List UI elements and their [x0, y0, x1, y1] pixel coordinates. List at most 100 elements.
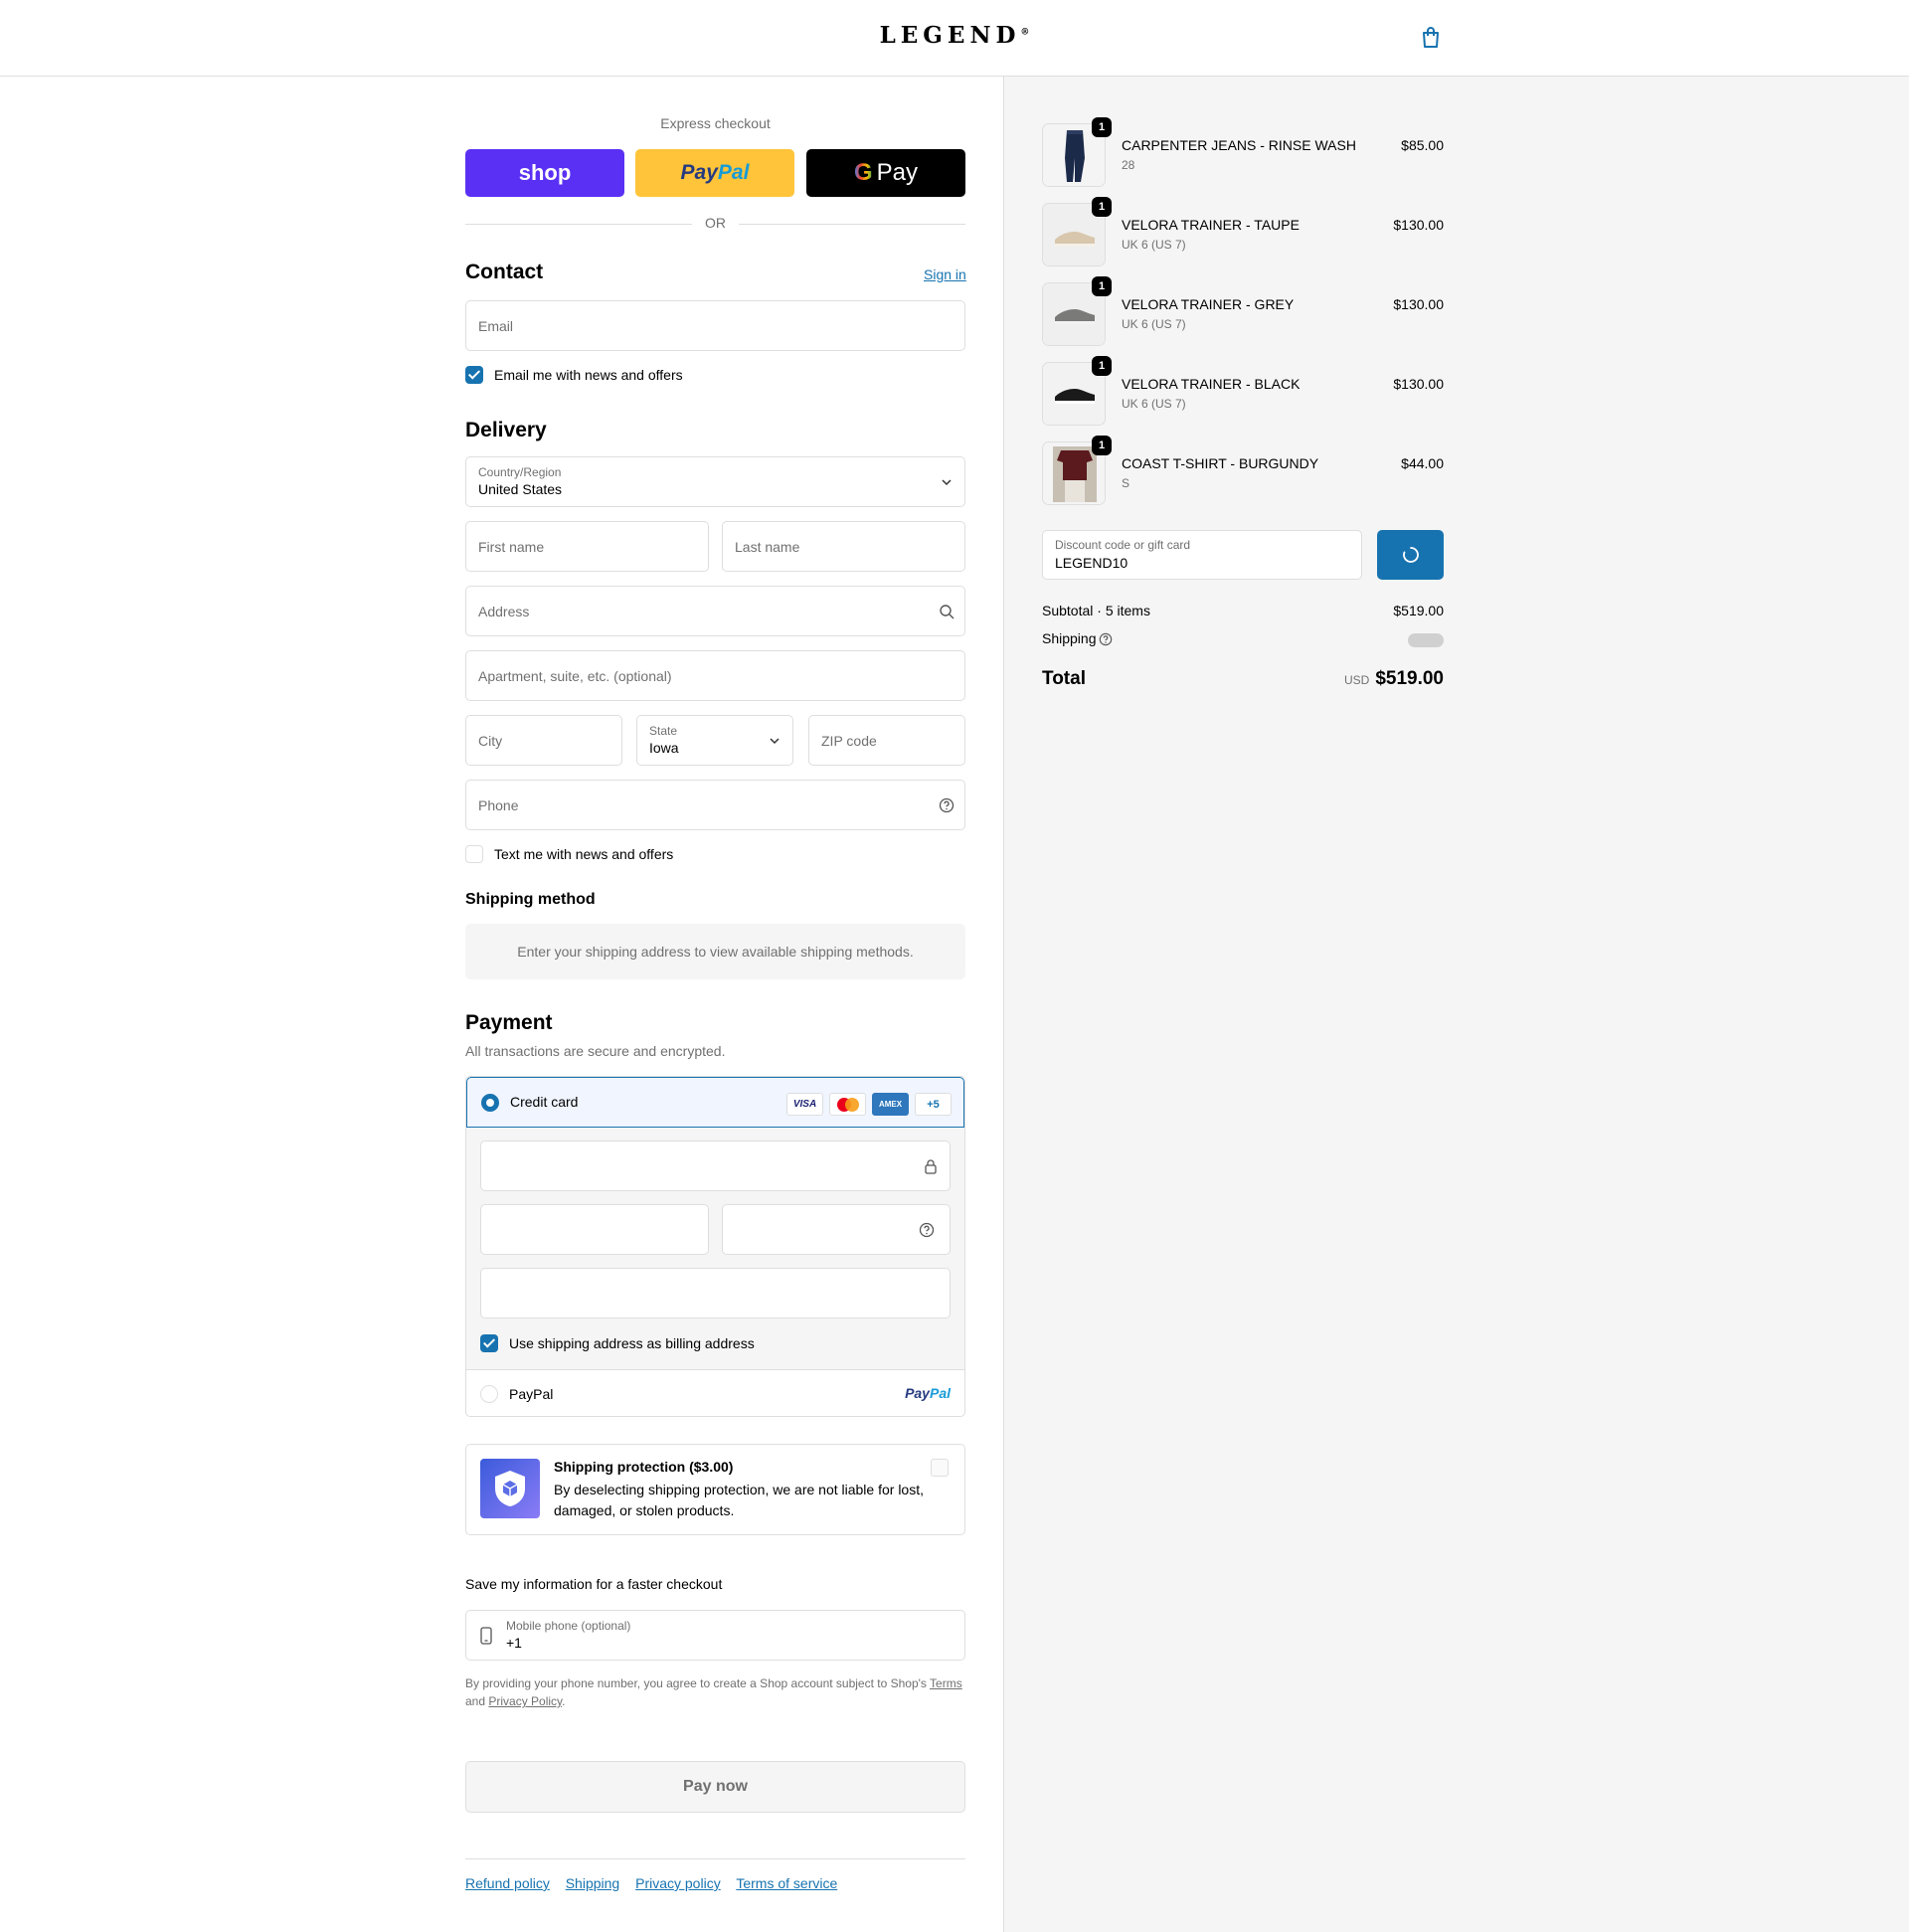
- sign-in-link[interactable]: Sign in: [924, 266, 966, 282]
- terms-of-service-link[interactable]: Terms of service: [736, 1875, 837, 1891]
- credit-card-label: Credit card: [510, 1094, 579, 1110]
- item-price: $130.00: [1393, 296, 1444, 312]
- help-circle-icon[interactable]: [939, 797, 954, 813]
- shop-pay-button[interactable]: shop: [465, 149, 624, 197]
- text-news-label: Text me with news and offers: [494, 846, 674, 862]
- footer-links: Refund policy Shipping Privacy policy Te…: [465, 1875, 849, 1891]
- credit-card-option[interactable]: Credit card VISA AMEX +5: [466, 1077, 964, 1128]
- apply-discount-button[interactable]: [1377, 530, 1444, 580]
- shipping-label: Shipping: [1042, 630, 1097, 646]
- legal-and: and: [465, 1694, 486, 1708]
- google-pay-button[interactable]: G Pay: [806, 149, 965, 197]
- item-variant: UK 6 (US 7): [1122, 238, 1186, 252]
- credit-card-radio[interactable]: [481, 1094, 499, 1112]
- item-name: VELORA TRAINER - TAUPE: [1122, 217, 1300, 233]
- brand-name: LEGEND: [879, 22, 1021, 49]
- mastercard-icon: [829, 1093, 866, 1116]
- item-price: $130.00: [1393, 217, 1444, 233]
- delivery-heading: Delivery: [465, 419, 547, 441]
- shield-icon: [480, 1459, 540, 1518]
- item-variant: UK 6 (US 7): [1122, 397, 1186, 411]
- order-item: 1 COAST T-SHIRT - BURGUNDY S $44.00: [1042, 436, 1444, 505]
- text-news-checkbox[interactable]: [465, 845, 483, 863]
- shipping-protection-checkbox[interactable]: [931, 1459, 949, 1477]
- order-item: 1 VELORA TRAINER - GREY UK 6 (US 7) $130…: [1042, 276, 1444, 346]
- paypal-option[interactable]: PayPal PayPal: [466, 1371, 964, 1416]
- address-field[interactable]: Address: [465, 586, 965, 636]
- item-name: VELORA TRAINER - BLACK: [1122, 376, 1301, 392]
- item-variant: 28: [1122, 158, 1135, 172]
- last-name-placeholder: Last name: [735, 538, 800, 555]
- mobile-phone-label: Mobile phone (optional): [506, 1619, 631, 1633]
- paypal-radio[interactable]: [480, 1385, 498, 1403]
- subtotal-value: $519.00: [1393, 603, 1444, 618]
- last-name-field[interactable]: Last name: [722, 521, 965, 572]
- item-variant: S: [1122, 476, 1130, 490]
- state-value: Iowa: [649, 740, 679, 756]
- site-header: LEGEND®: [0, 0, 1909, 77]
- search-icon: [940, 604, 954, 618]
- discount-code-field[interactable]: Discount code or gift card LEGEND10: [1042, 530, 1362, 580]
- shipping-row: Shipping: [1042, 630, 1444, 647]
- quantity-badge: 1: [1092, 276, 1112, 296]
- phone-field[interactable]: Phone: [465, 780, 965, 830]
- billing-address-checkbox[interactable]: [480, 1334, 498, 1352]
- quantity-badge: 1: [1092, 197, 1112, 217]
- shipping-method-heading: Shipping method: [465, 891, 596, 908]
- zip-placeholder: ZIP code: [821, 732, 877, 749]
- quantity-badge: 1: [1092, 436, 1112, 455]
- lock-icon: [925, 1158, 937, 1174]
- terms-link[interactable]: Terms: [930, 1676, 962, 1690]
- mobile-phone-value: +1: [506, 1635, 522, 1651]
- subtotal-row: Subtotal · 5 items $519.00: [1042, 603, 1444, 618]
- email-news-label: Email me with news and offers: [494, 367, 683, 383]
- apartment-field[interactable]: Apartment, suite, etc. (optional): [465, 650, 965, 701]
- country-select[interactable]: Country/Region United States: [465, 456, 965, 507]
- total-value: USD $519.00: [1344, 668, 1444, 690]
- shop-pay-label: shop: [518, 160, 572, 185]
- privacy-policy-footer-link[interactable]: Privacy policy: [635, 1875, 721, 1891]
- email-news-checkbox[interactable]: [465, 366, 483, 384]
- brand-logo[interactable]: LEGEND®: [0, 22, 1909, 49]
- name-on-card-field[interactable]: [480, 1268, 951, 1318]
- country-label: Country/Region: [478, 465, 562, 479]
- privacy-policy-link[interactable]: Privacy Policy: [488, 1694, 562, 1708]
- item-variant: UK 6 (US 7): [1122, 317, 1186, 331]
- quantity-badge: 1: [1092, 356, 1112, 376]
- expiration-date-field[interactable]: [480, 1204, 709, 1255]
- security-code-field[interactable]: [722, 1204, 951, 1255]
- state-select[interactable]: State Iowa: [636, 715, 793, 766]
- card-number-field[interactable]: [480, 1141, 951, 1191]
- refund-policy-link[interactable]: Refund policy: [465, 1875, 550, 1891]
- shipping-policy-link[interactable]: Shipping: [566, 1875, 620, 1891]
- city-field[interactable]: City: [465, 715, 622, 766]
- order-item: 1 CARPENTER JEANS - RINSE WASH 28 $85.00: [1042, 117, 1444, 187]
- contact-heading: Contact: [465, 261, 544, 283]
- first-name-field[interactable]: First name: [465, 521, 709, 572]
- express-checkout-label: Express checkout: [660, 115, 771, 131]
- paypal-express-button[interactable]: PayPal: [635, 149, 794, 197]
- item-name: COAST T-SHIRT - BURGUNDY: [1122, 455, 1319, 471]
- order-item: 1 VELORA TRAINER - BLACK UK 6 (US 7) $13…: [1042, 356, 1444, 426]
- mobile-phone-icon: [480, 1627, 492, 1645]
- shopping-bag-icon[interactable]: [1421, 27, 1441, 49]
- shipping-method-message: Enter your shipping address to view avai…: [465, 924, 965, 979]
- mobile-phone-field[interactable]: Mobile phone (optional) +1: [465, 1610, 965, 1661]
- help-circle-icon[interactable]: [919, 1222, 935, 1238]
- address-placeholder: Address: [478, 603, 530, 619]
- pay-now-button[interactable]: Pay now: [465, 1761, 965, 1813]
- total-amount: $519.00: [1375, 668, 1444, 689]
- google-g-icon: G: [853, 159, 873, 186]
- shipping-protection-title: Shipping protection ($3.00): [554, 1459, 734, 1475]
- paypal-option-label: PayPal: [509, 1386, 554, 1402]
- email-field[interactable]: Email: [465, 300, 965, 351]
- total-currency: USD: [1343, 673, 1370, 687]
- legal-prefix: By providing your phone number, you agre…: [465, 1676, 927, 1690]
- country-value: United States: [478, 481, 563, 497]
- total-label: Total: [1042, 668, 1086, 689]
- discount-label: Discount code or gift card: [1055, 538, 1191, 552]
- loading-spinner-icon: [1402, 547, 1419, 563]
- shop-legal-text: By providing your phone number, you agre…: [465, 1676, 962, 1708]
- help-circle-icon[interactable]: [1099, 632, 1113, 646]
- zip-field[interactable]: ZIP code: [808, 715, 965, 766]
